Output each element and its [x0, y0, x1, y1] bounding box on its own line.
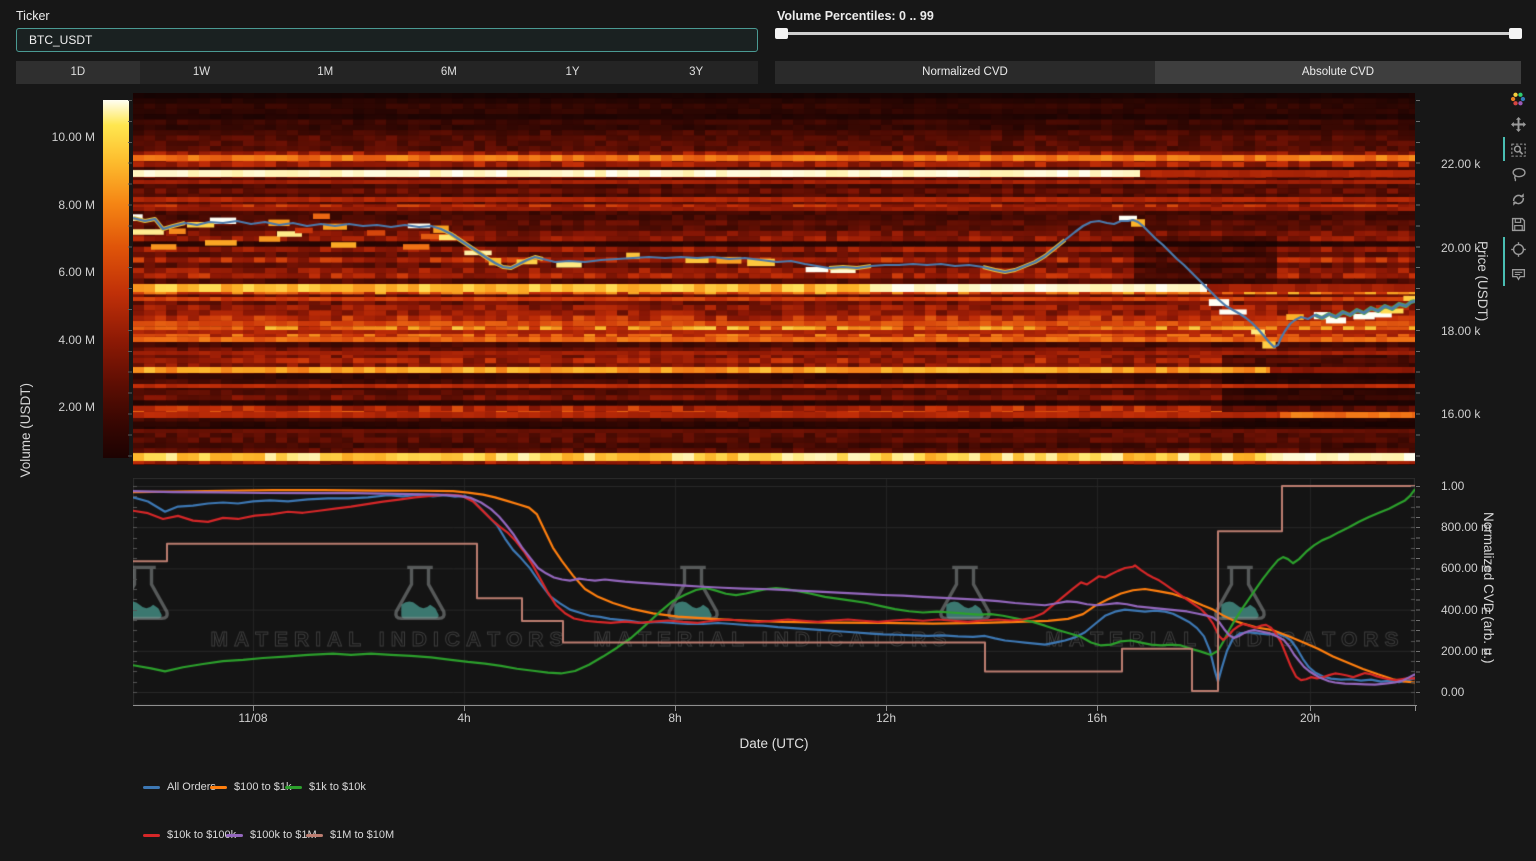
colorbar-tick-label: 8.00 M [10, 198, 95, 212]
cvd-tick-label: 1.00 [1441, 479, 1464, 493]
legend-item--100k-to-1m[interactable]: $100k to $1M [226, 828, 317, 842]
legend-label: $1M to $10M [330, 829, 394, 841]
price-axis-title: Price (USDT) [1475, 241, 1490, 321]
date-tick-label: 20h [1275, 711, 1345, 725]
timeframe-button-group: 1D1W1M6M1Y3Y [16, 61, 758, 84]
timeframe-button-6m[interactable]: 6M [387, 61, 511, 84]
slider-handle-min[interactable] [775, 28, 788, 39]
legend-line-sample [306, 834, 323, 837]
legend-item--1k-to-10k[interactable]: $1k to $10k [285, 780, 366, 794]
date-tick-mark [1415, 705, 1416, 711]
legend-item-all-orders[interactable]: All Orders [143, 780, 216, 794]
colorbar-tick-label: 4.00 M [10, 333, 95, 347]
price-axis-minor-ticks [1416, 100, 1420, 458]
slider-track[interactable] [775, 32, 1522, 35]
lasso-select-icon[interactable] [1506, 162, 1530, 186]
heatmap-left-minor-ticks [128, 100, 132, 458]
active-tool-indicator [1503, 137, 1505, 161]
orderbook-heatmap-chart[interactable] [133, 93, 1415, 465]
date-tick-mark [886, 705, 887, 711]
date-tick-label: 11/08 [218, 711, 288, 725]
toggle-spikelines-icon[interactable] [1506, 237, 1530, 261]
timeframe-button-1y[interactable]: 1Y [511, 61, 635, 84]
date-axis-title: Date (UTC) [674, 736, 874, 751]
volume-axis-title: Volume (USDT) [18, 383, 33, 478]
legend-line-sample [143, 786, 160, 789]
cvd-axis-minor-ticks [1416, 486, 1420, 693]
date-tick-label: 12h [851, 711, 921, 725]
legend-item--100-to-1k[interactable]: $100 to $1k [210, 780, 292, 794]
ticker-input[interactable] [16, 28, 758, 52]
cvd-axis-title: Normalized CVD (arb. u.) [1481, 512, 1496, 664]
ticker-label: Ticker [16, 9, 50, 23]
timeframe-button-3y[interactable]: 3Y [634, 61, 758, 84]
date-tick-mark [1097, 705, 1098, 711]
reset-axes-icon[interactable] [1506, 187, 1530, 211]
firecharts-app: Ticker 1D1W1M6M1Y3Y Volume Percentiles: … [0, 0, 1536, 861]
active-toggles-indicator [1503, 237, 1505, 286]
timeframe-button-1m[interactable]: 1M [263, 61, 387, 84]
volume-percentiles-label: Volume Percentiles: 0 .. 99 [777, 9, 934, 23]
plotly-logo-icon[interactable] [1506, 87, 1530, 111]
legend-label: All Orders [167, 781, 216, 793]
volume-percentiles-slider[interactable] [775, 27, 1522, 40]
date-tick-mark [1310, 705, 1311, 711]
timeframe-button-1d[interactable]: 1D [16, 61, 140, 84]
date-tick-mark [253, 705, 254, 711]
slider-handle-max[interactable] [1509, 28, 1522, 39]
hover-mode-icon[interactable] [1506, 262, 1530, 286]
tab-absolute-cvd[interactable]: Absolute CVD [1155, 61, 1521, 84]
legend-label: $1k to $10k [309, 781, 366, 793]
colorbar-tick-label: 6.00 M [10, 265, 95, 279]
normalized-cvd-chart[interactable] [133, 478, 1415, 714]
legend-item--1m-to-10m[interactable]: $1M to $10M [306, 828, 394, 842]
price-tick-label: 18.00 k [1441, 324, 1480, 338]
legend-label: $100 to $1k [234, 781, 292, 793]
tab-normalized-cvd[interactable]: Normalized CVD [775, 61, 1155, 84]
date-axis-line [133, 705, 1417, 706]
date-tick-label: 16h [1062, 711, 1132, 725]
legend-line-sample [143, 834, 160, 837]
legend-line-sample [285, 786, 302, 789]
pan-icon[interactable] [1506, 112, 1530, 136]
date-tick-label: 4h [429, 711, 499, 725]
colorbar-tick-label: 10.00 M [10, 130, 95, 144]
timeframe-button-1w[interactable]: 1W [140, 61, 264, 84]
date-tick-label: 8h [640, 711, 710, 725]
date-tick-mark [675, 705, 676, 711]
chart-toolbar [1506, 87, 1530, 287]
save-image-icon[interactable] [1506, 212, 1530, 236]
price-tick-label: 16.00 k [1441, 407, 1480, 421]
legend-item--10k-to-100k[interactable]: $10k to $100k [143, 828, 236, 842]
cvd-tick-label: 0.00 [1441, 685, 1464, 699]
date-tick-mark [464, 705, 465, 711]
legend-line-sample [226, 834, 243, 837]
box-zoom-icon[interactable] [1506, 137, 1530, 161]
legend-line-sample [210, 786, 227, 789]
price-tick-label: 22.00 k [1441, 157, 1480, 171]
volume-colorbar [103, 100, 129, 458]
